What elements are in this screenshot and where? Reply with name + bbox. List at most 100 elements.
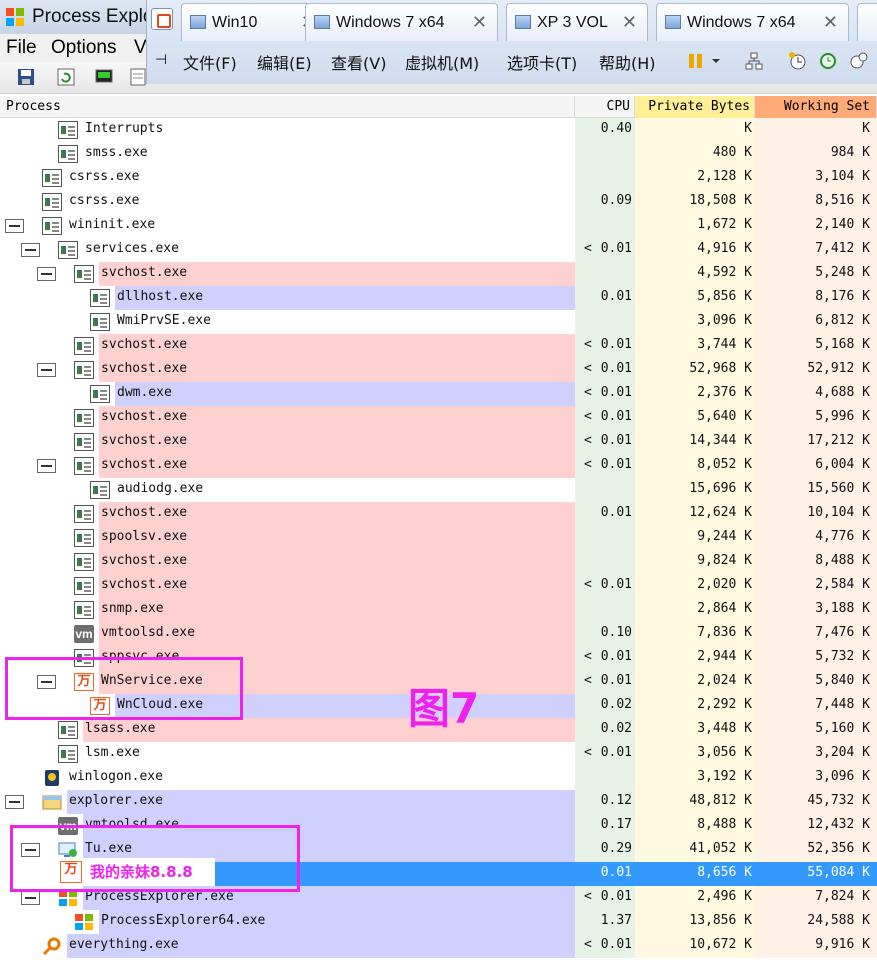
- process-row[interactable]: svchost.exe <0.01 3,744 K 5,168 K: [0, 334, 877, 358]
- revert-snapshot-icon[interactable]: [817, 50, 839, 72]
- process-name: csrss.exe: [69, 169, 140, 184]
- winlogon-icon: [42, 769, 62, 787]
- system-info-icon[interactable]: [94, 67, 114, 87]
- process-row[interactable]: snmp.exe 2,864 K 3,188 K: [0, 598, 877, 622]
- vm-menu-file[interactable]: 文件(F): [183, 50, 237, 74]
- process-name: snmp.exe: [101, 601, 164, 616]
- process-name: svchost.exe: [101, 265, 188, 280]
- working-set-value: 52,356 K: [807, 841, 870, 856]
- working-set-value: 8,488 K: [815, 553, 870, 568]
- pause-icon[interactable]: [685, 50, 707, 72]
- private-bytes-value: 41,052 K: [689, 841, 752, 856]
- menu-view[interactable]: V: [134, 37, 147, 59]
- vmware-home-icon[interactable]: [151, 8, 173, 30]
- vm-menu-help[interactable]: 帮助(H): [599, 50, 656, 74]
- process-row[interactable]: svchost.exe <0.01 8,052 K 6,004 K: [0, 454, 877, 478]
- collapse-toggle-icon[interactable]: [37, 363, 56, 377]
- private-bytes-value: 2,376 K: [697, 385, 752, 400]
- process-row[interactable]: svchost.exe <0.01 52,968 K 52,912 K: [0, 358, 877, 382]
- cpu-value: 0.01: [600, 865, 632, 880]
- process-row[interactable]: svchost.exe <0.01 2,020 K 2,584 K: [0, 574, 877, 598]
- snapshot-manager-icon[interactable]: [847, 50, 869, 72]
- process-row[interactable]: wininit.exe 1,672 K 2,140 K: [0, 214, 877, 238]
- collapse-toggle-icon[interactable]: [37, 459, 56, 473]
- process-row[interactable]: svchost.exe 4,592 K 5,248 K: [0, 262, 877, 286]
- close-icon[interactable]: ✕: [472, 12, 487, 33]
- collapse-toggle-icon[interactable]: [37, 267, 56, 281]
- pin-icon[interactable]: ⊣: [155, 52, 167, 68]
- tab-xp-3-vol[interactable]: XP 3 VOL ✕: [506, 3, 648, 41]
- tab-windows-7-x64[interactable]: Windows 7 x64 ✕: [305, 3, 498, 41]
- vm-menu-tabs[interactable]: 选项卡(T): [507, 50, 577, 74]
- process-row[interactable]: svchost.exe 0.01 12,624 K 10,104 K: [0, 502, 877, 526]
- process-row[interactable]: smss.exe 480 K 984 K: [0, 142, 877, 166]
- cpu-value: 0.12: [600, 793, 632, 808]
- collapse-toggle-icon[interactable]: [21, 243, 40, 257]
- process-row[interactable]: spoolsv.exe 9,244 K 4,776 K: [0, 526, 877, 550]
- process-name: vmtoolsd.exe: [101, 625, 195, 640]
- process-row[interactable]: vm vmtoolsd.exe 0.10 7,836 K 7,476 K: [0, 622, 877, 646]
- process-row[interactable]: ProcessExplorer64.exe 1.37 13,856 K 24,588 …: [0, 910, 877, 934]
- process-row[interactable]: svchost.exe 9,824 K 8,488 K: [0, 550, 877, 574]
- process-row[interactable]: explorer.exe 0.12 48,812 K 45,732 K: [0, 790, 877, 814]
- collapse-toggle-icon[interactable]: [5, 219, 24, 233]
- snapshot-icon[interactable]: [787, 50, 809, 72]
- process-row[interactable]: svchost.exe <0.01 14,344 K 17,212 K: [0, 430, 877, 454]
- process-row[interactable]: svchost.exe <0.01 5,640 K 5,996 K: [0, 406, 877, 430]
- vm-menu-view[interactable]: 查看(V): [331, 50, 386, 74]
- refresh-icon[interactable]: [56, 67, 76, 87]
- menu-options[interactable]: Options: [51, 37, 116, 59]
- column-header-working-set[interactable]: Working Set: [755, 96, 877, 118]
- explorer-icon: [42, 793, 62, 811]
- exe-icon: [74, 457, 94, 475]
- close-icon[interactable]: ✕: [622, 12, 637, 33]
- save-icon[interactable]: [16, 67, 36, 87]
- menu-file[interactable]: File: [6, 37, 37, 59]
- vm-menu-vm[interactable]: 虚拟机(M): [405, 50, 479, 74]
- process-row[interactable]: dllhost.exe 0.01 5,856 K 8,176 K: [0, 286, 877, 310]
- tab-windows-7-x64-2[interactable]: Windows 7 x64 ✕: [656, 3, 849, 41]
- private-bytes-value: 1,672 K: [697, 217, 752, 232]
- process-name: csrss.exe: [69, 193, 140, 208]
- process-row[interactable]: winlogon.exe 3,192 K 3,096 K: [0, 766, 877, 790]
- chevron-down-icon[interactable]: [710, 50, 722, 72]
- tab-overflow[interactable]: [857, 3, 877, 41]
- column-header-private-bytes[interactable]: Private Bytes: [635, 96, 755, 118]
- collapse-toggle-icon[interactable]: [21, 891, 40, 905]
- exe-icon: [58, 241, 78, 259]
- cpu-value: 0.01: [600, 409, 632, 424]
- private-bytes-value: 2,024 K: [697, 673, 752, 688]
- process-row[interactable]: WmiPrvSE.exe 3,096 K 6,812 K: [0, 310, 877, 334]
- cpu-column-background: [575, 526, 635, 550]
- vm-tab-icon: [515, 15, 531, 29]
- process-row[interactable]: services.exe <0.01 4,916 K 7,412 K: [0, 238, 877, 262]
- properties-icon[interactable]: [128, 67, 148, 87]
- process-name: smss.exe: [85, 145, 148, 160]
- cpu-column-background: [575, 598, 635, 622]
- process-row[interactable]: csrss.exe 0.09 18,508 K 8,516 K: [0, 190, 877, 214]
- process-name: svchost.exe: [101, 553, 188, 568]
- working-set-value: 7,476 K: [815, 625, 870, 640]
- column-header-process[interactable]: Process: [0, 96, 575, 118]
- process-row[interactable]: Interrupts 0.40 K K: [0, 118, 877, 142]
- process-name: svchost.exe: [101, 433, 188, 448]
- private-bytes-value: 3,192 K: [697, 769, 752, 784]
- working-set-value: 984 K: [830, 145, 870, 160]
- cpu-value: 0.01: [600, 889, 632, 904]
- process-row[interactable]: dwm.exe <0.01 2,376 K 4,688 K: [0, 382, 877, 406]
- exe-icon: [58, 721, 78, 739]
- private-bytes-value: 8,052 K: [697, 457, 752, 472]
- process-name: svchost.exe: [101, 577, 188, 592]
- column-header-cpu[interactable]: CPU: [575, 96, 635, 118]
- network-icon[interactable]: [743, 50, 765, 72]
- cpu-value: 0.01: [600, 337, 632, 352]
- process-row[interactable]: lsm.exe <0.01 3,056 K 3,204 K: [0, 742, 877, 766]
- vm-menu-edit[interactable]: 编辑(E): [257, 50, 312, 74]
- collapse-toggle-icon[interactable]: [5, 795, 24, 809]
- exe-icon: [90, 289, 110, 307]
- process-row[interactable]: everything.exe <0.01 10,672 K 9,916 K: [0, 934, 877, 958]
- row-highlight: [83, 142, 575, 166]
- process-row[interactable]: audiodg.exe 15,696 K 15,560 K: [0, 478, 877, 502]
- process-row[interactable]: csrss.exe 2,128 K 3,104 K: [0, 166, 877, 190]
- close-icon[interactable]: ✕: [823, 12, 838, 33]
